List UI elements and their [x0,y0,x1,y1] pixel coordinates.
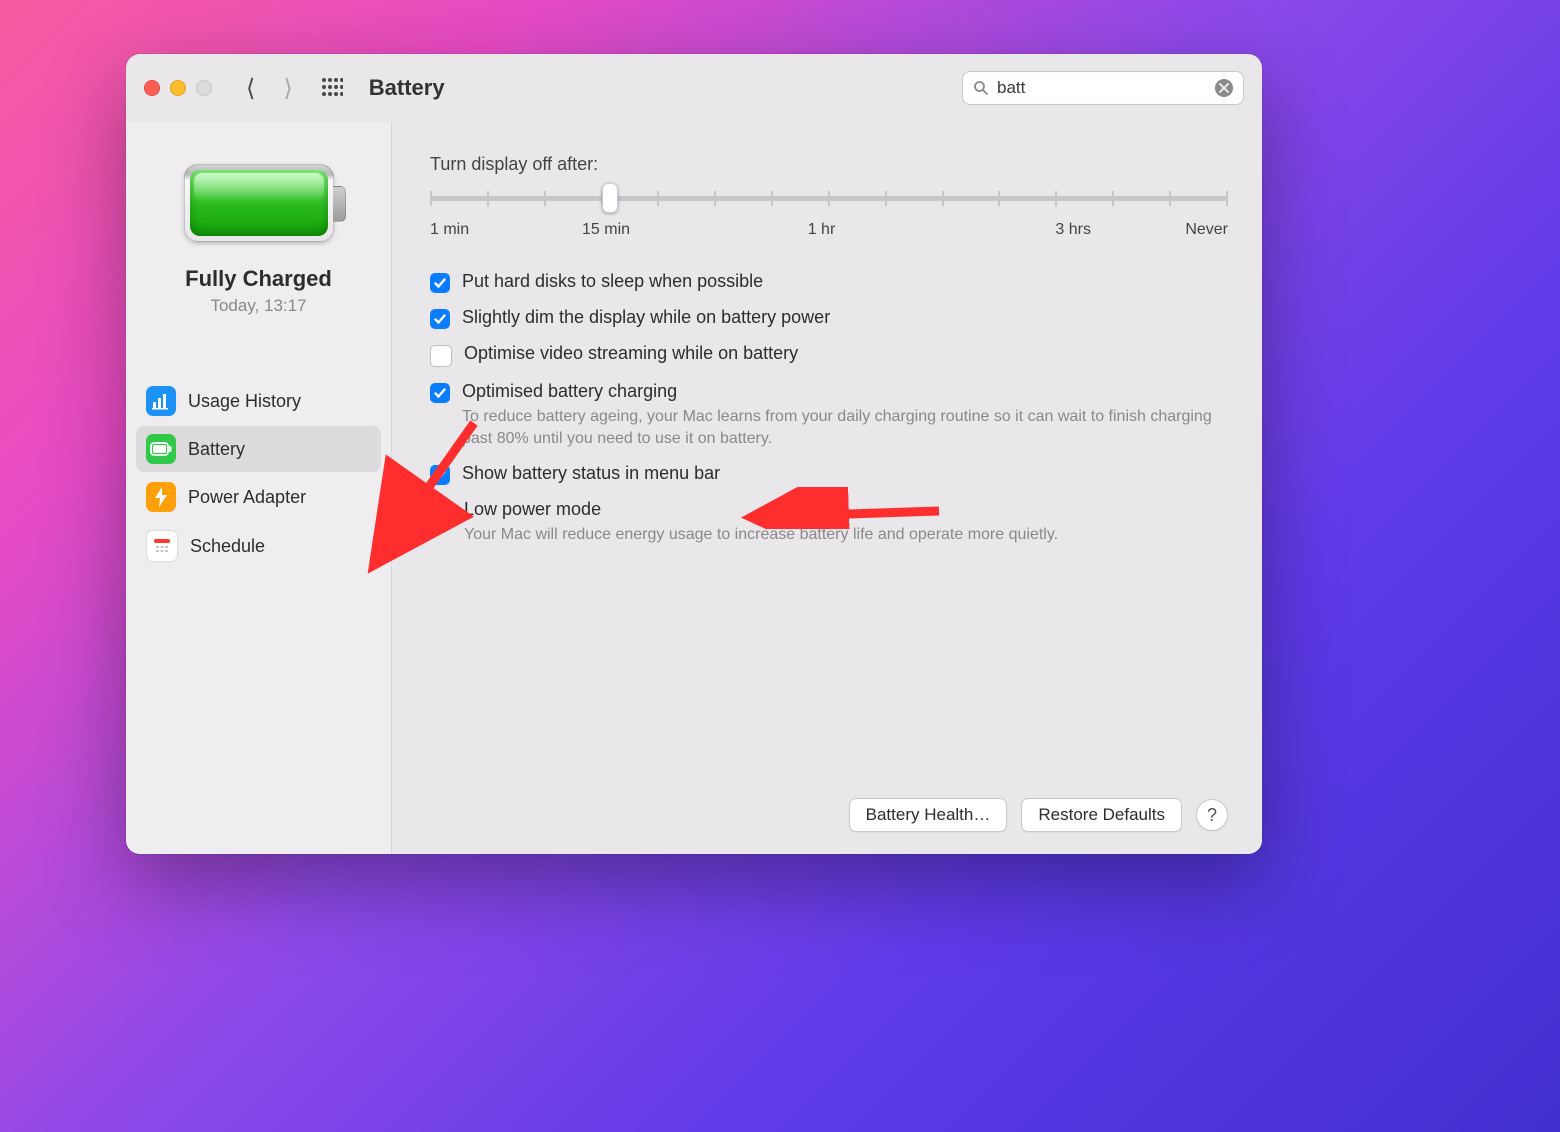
battery-icon [146,434,176,464]
checkbox[interactable] [430,345,452,367]
option-label: Optimise video streaming while on batter… [464,343,798,364]
sidebar-item-power-adapter[interactable]: Power Adapter [136,474,381,520]
bolt-icon [146,482,176,512]
zoom-window-button [196,80,212,96]
option-label: Low power mode [464,499,1058,520]
search-field[interactable]: batt [962,71,1244,105]
slider-thumb[interactable] [602,183,618,213]
forward-button: ⟩ [283,74,292,103]
sidebar: Fully Charged Today, 13:17 Usage History [126,122,392,854]
option-label: Optimised battery charging [462,381,1228,402]
slider-label: Turn display off after: [430,154,1228,175]
option-label: Slightly dim the display while on batter… [462,307,830,328]
help-button[interactable]: ? [1196,799,1228,831]
option-row: Show battery status in menu bar [430,463,1228,485]
preferences-window: ⟨ ⟩ Battery batt [126,54,1262,854]
checkbox[interactable] [430,465,450,485]
option-label: Put hard disks to sleep when possible [462,271,763,292]
chart-icon [146,386,176,416]
restore-defaults-button[interactable]: Restore Defaults [1021,798,1182,832]
nav-arrows: ⟨ ⟩ [246,74,293,103]
checkbox[interactable] [430,309,450,329]
close-window-button[interactable] [144,80,160,96]
option-label: Show battery status in menu bar [462,463,720,484]
clear-search-button[interactable] [1215,79,1233,97]
sidebar-item-label: Battery [188,439,245,460]
battery-icon-large [184,164,334,242]
checkbox[interactable] [430,501,452,523]
option-row: Optimise video streaming while on batter… [430,343,1228,367]
slider-tick-labels: 1 min 15 min 1 hr 3 hrs Never [430,221,1228,239]
option-row: Optimised battery charging To reduce batt… [430,381,1228,449]
checkbox[interactable] [430,273,450,293]
window-controls [144,80,212,96]
option-description: To reduce battery ageing, your Mac learn… [462,406,1228,449]
sidebar-item-label: Usage History [188,391,301,412]
main-panel: Turn display off after: 1 min 15 min 1 h… [392,122,1262,854]
option-row: Slightly dim the display while on batter… [430,307,1228,329]
sidebar-nav: Usage History Battery [136,378,381,570]
battery-status-title: Fully Charged [185,266,332,292]
search-icon [973,80,989,96]
sidebar-item-schedule[interactable]: Schedule [136,522,381,570]
battery-health-button[interactable]: Battery Health… [849,798,1008,832]
checkbox[interactable] [430,383,450,403]
calendar-icon [146,530,178,562]
slider-tick-label: Never [1168,221,1228,239]
search-input[interactable]: batt [997,78,1207,98]
minimize-window-button[interactable] [170,80,186,96]
display-off-slider[interactable] [430,185,1228,213]
show-all-icon[interactable] [321,77,343,99]
slider-tick-label: 3 hrs [921,221,1091,239]
slider-tick-label: 1 hr [799,221,844,239]
page-title: Battery [369,75,445,101]
option-description: Your Mac will reduce energy usage to inc… [464,524,1058,546]
sidebar-item-label: Schedule [190,536,265,557]
slider-tick-label: 15 min [582,221,722,239]
content: Fully Charged Today, 13:17 Usage History [126,122,1262,854]
option-row: Put hard disks to sleep when possible [430,271,1228,293]
option-row: Low power mode Your Mac will reduce energ… [430,499,1228,546]
slider-tick-label: 1 min [430,221,505,239]
sidebar-item-usage-history[interactable]: Usage History [136,378,381,424]
back-button[interactable]: ⟨ [246,74,255,103]
battery-status-time: Today, 13:17 [210,296,306,316]
sidebar-item-label: Power Adapter [188,487,306,508]
options-list: Put hard disks to sleep when possible Sli… [430,271,1228,546]
toolbar: ⟨ ⟩ Battery batt [126,54,1262,122]
sidebar-item-battery[interactable]: Battery [136,426,381,472]
footer: Battery Health… Restore Defaults ? [430,798,1228,832]
